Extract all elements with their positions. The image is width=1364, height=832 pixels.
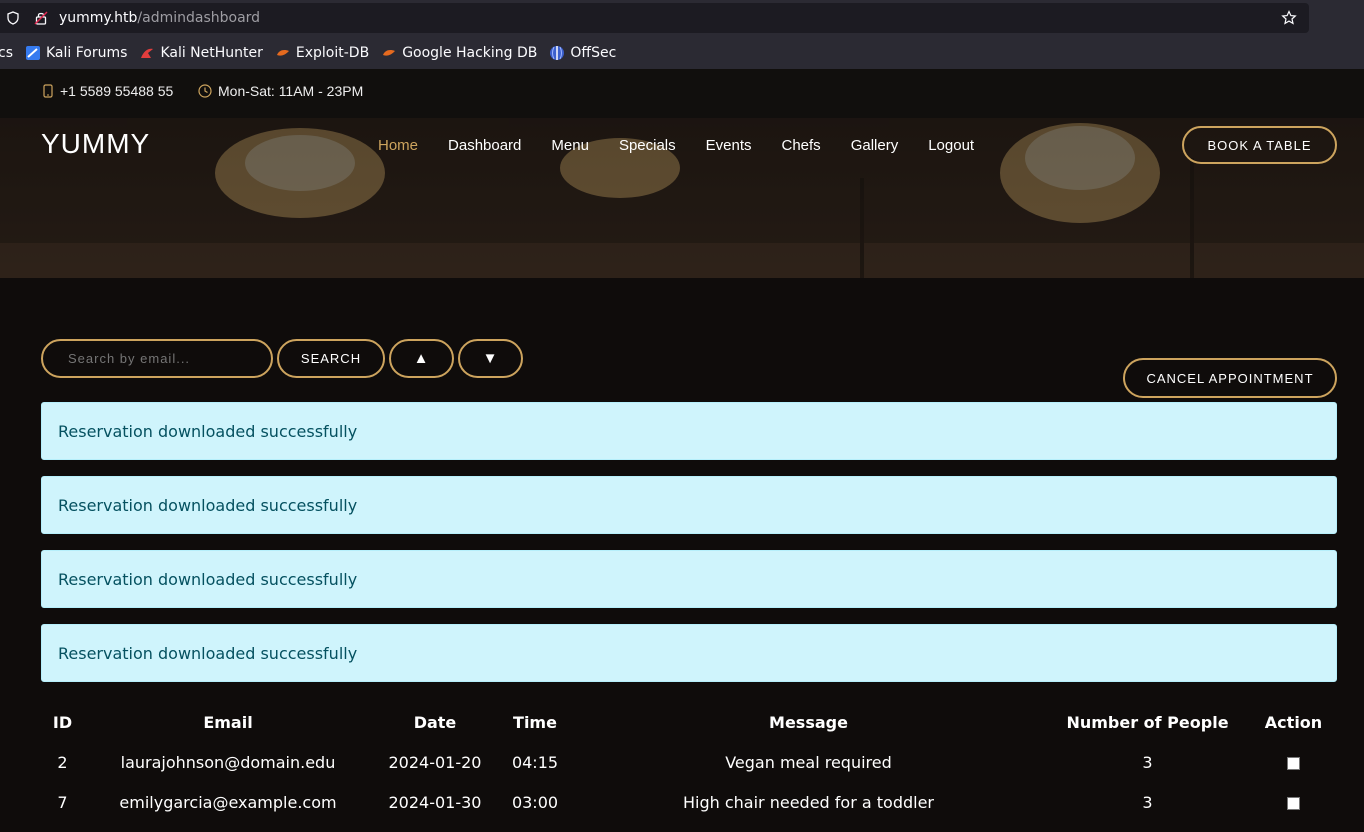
nav-menu[interactable]: Menu [551,137,589,154]
sort-descending-button[interactable]: ▼ [458,339,523,378]
url-host: yummy.htb [59,10,138,26]
contact-topbar: +1 5589 55488 55 Mon-Sat: 11AM - 23PM [0,69,1364,118]
offsec-icon [550,45,565,60]
nav-home[interactable]: Home [378,137,418,154]
exploit-db-icon [276,49,289,56]
search-email-input[interactable] [41,339,273,378]
cell-action [1250,742,1337,782]
page: +1 5589 55488 55 Mon-Sat: 11AM - 23PM YU… [0,69,1364,832]
bookmark-label: Google Hacking DB [402,44,538,61]
opening-hours: Mon-Sat: 11AM - 23PM [198,83,363,99]
column-header-id[interactable]: ID [41,702,84,742]
cell-date: 2024-01-30 [388,792,482,812]
address-bar[interactable]: yummy.htb/admindashboard [0,3,1309,33]
insecure-lock-icon[interactable] [34,11,48,25]
nav-logout[interactable]: Logout [928,137,974,154]
column-header-message[interactable]: Message [572,702,1045,742]
site-logo[interactable]: YUMMY [41,128,150,160]
shield-icon[interactable] [6,11,20,25]
cell-email: emilygarcia@example.com [119,792,337,812]
cell-time: 03:00 [511,792,559,812]
kali-forums-icon [26,45,40,60]
bookmark-label: OffSec [570,44,617,61]
hero-header: YUMMY Home Dashboard Menu Specials Event… [0,118,1364,278]
column-header-people[interactable]: Number of People [1045,702,1250,742]
column-header-action: Action [1264,712,1323,732]
url-text[interactable]: yummy.htb/admindashboard [59,10,260,26]
column-header-email[interactable]: Email [84,702,372,742]
table-row: 7 emilygarcia@example.com 2024-01-30 03:… [41,782,1337,822]
column-header-time[interactable]: Time [498,702,572,742]
nav-chefs[interactable]: Chefs [782,137,821,154]
success-alert: Reservation downloaded successfully [41,402,1337,460]
url-path: /admindashboard [137,10,261,26]
browser-toolbar: yummy.htb/admindashboard [0,0,1364,36]
bookmark-kali-nethunter[interactable]: Kali NetHunter [139,44,263,61]
bookmark-kali-forums[interactable]: Kali Forums [25,45,127,61]
cell-people: 3 [1142,792,1153,812]
phone-contact: +1 5589 55488 55 [42,83,173,99]
cell-email: laurajohnson@domain.edu [120,752,336,772]
cell-time: 04:15 [511,752,559,772]
select-checkbox[interactable] [1287,756,1300,770]
nav-events[interactable]: Events [706,137,752,154]
reservations-table: ID Email Date Time Message Number of Peo… [41,702,1337,822]
bookmarks-toolbar: cs Kali Forums Kali NetHunter Exploit-DB… [0,36,1364,69]
cell-message: High chair needed for a toddler [683,792,934,812]
nav-gallery[interactable]: Gallery [851,137,899,154]
column-header-date[interactable]: Date [372,702,498,742]
bookmark-label: cs [0,44,13,61]
alert-text: Reservation downloaded successfully [58,421,358,441]
alert-text: Reservation downloaded successfully [58,643,358,663]
alert-text: Reservation downloaded successfully [58,495,358,515]
phone-icon [43,84,53,98]
cell-date: 2024-01-20 [388,752,482,772]
ghdb-icon [383,49,396,56]
success-alert: Reservation downloaded successfully [41,624,1337,682]
select-checkbox[interactable] [1287,796,1300,810]
bookmark-exploit-db[interactable]: Exploit-DB [275,45,369,61]
cell-people: 3 [1142,752,1153,772]
cell-action [1250,782,1337,822]
cell-message: Vegan meal required [725,752,892,772]
table-row: 2 laurajohnson@domain.edu 2024-01-20 04:… [41,742,1337,782]
main-nav: Home Dashboard Menu Specials Events Chef… [378,137,1004,154]
table-header-row: ID Email Date Time Message Number of Peo… [41,702,1337,742]
book-table-button[interactable]: BOOK A TABLE [1182,126,1337,164]
phone-text: +1 5589 55488 55 [60,83,174,99]
bookmark-offsec[interactable]: OffSec [549,45,616,61]
nav-specials[interactable]: Specials [619,137,676,154]
bookmark-label: Exploit-DB [295,44,370,61]
bookmark-star-icon[interactable] [1281,10,1297,26]
sort-ascending-button[interactable]: ▲ [389,339,454,378]
kali-nethunter-icon [141,48,154,58]
bookmark-google-hacking-db[interactable]: Google Hacking DB [381,45,537,61]
search-button[interactable]: SEARCH [277,339,385,378]
cell-id: 7 [57,792,68,812]
cancel-appointment-button[interactable]: CANCEL APPOINTMENT [1123,358,1337,398]
bookmark-label: Kali Forums [46,44,128,61]
bookmark-label: Kali NetHunter [160,44,263,61]
clock-icon [198,84,212,98]
success-alert: Reservation downloaded successfully [41,476,1337,534]
cell-id: 2 [57,752,68,772]
hours-text: Mon-Sat: 11AM - 23PM [218,83,364,99]
alert-text: Reservation downloaded successfully [58,569,358,589]
nav-dashboard[interactable]: Dashboard [448,137,521,154]
success-alert: Reservation downloaded successfully [41,550,1337,608]
bookmark-item[interactable]: cs [0,45,13,61]
